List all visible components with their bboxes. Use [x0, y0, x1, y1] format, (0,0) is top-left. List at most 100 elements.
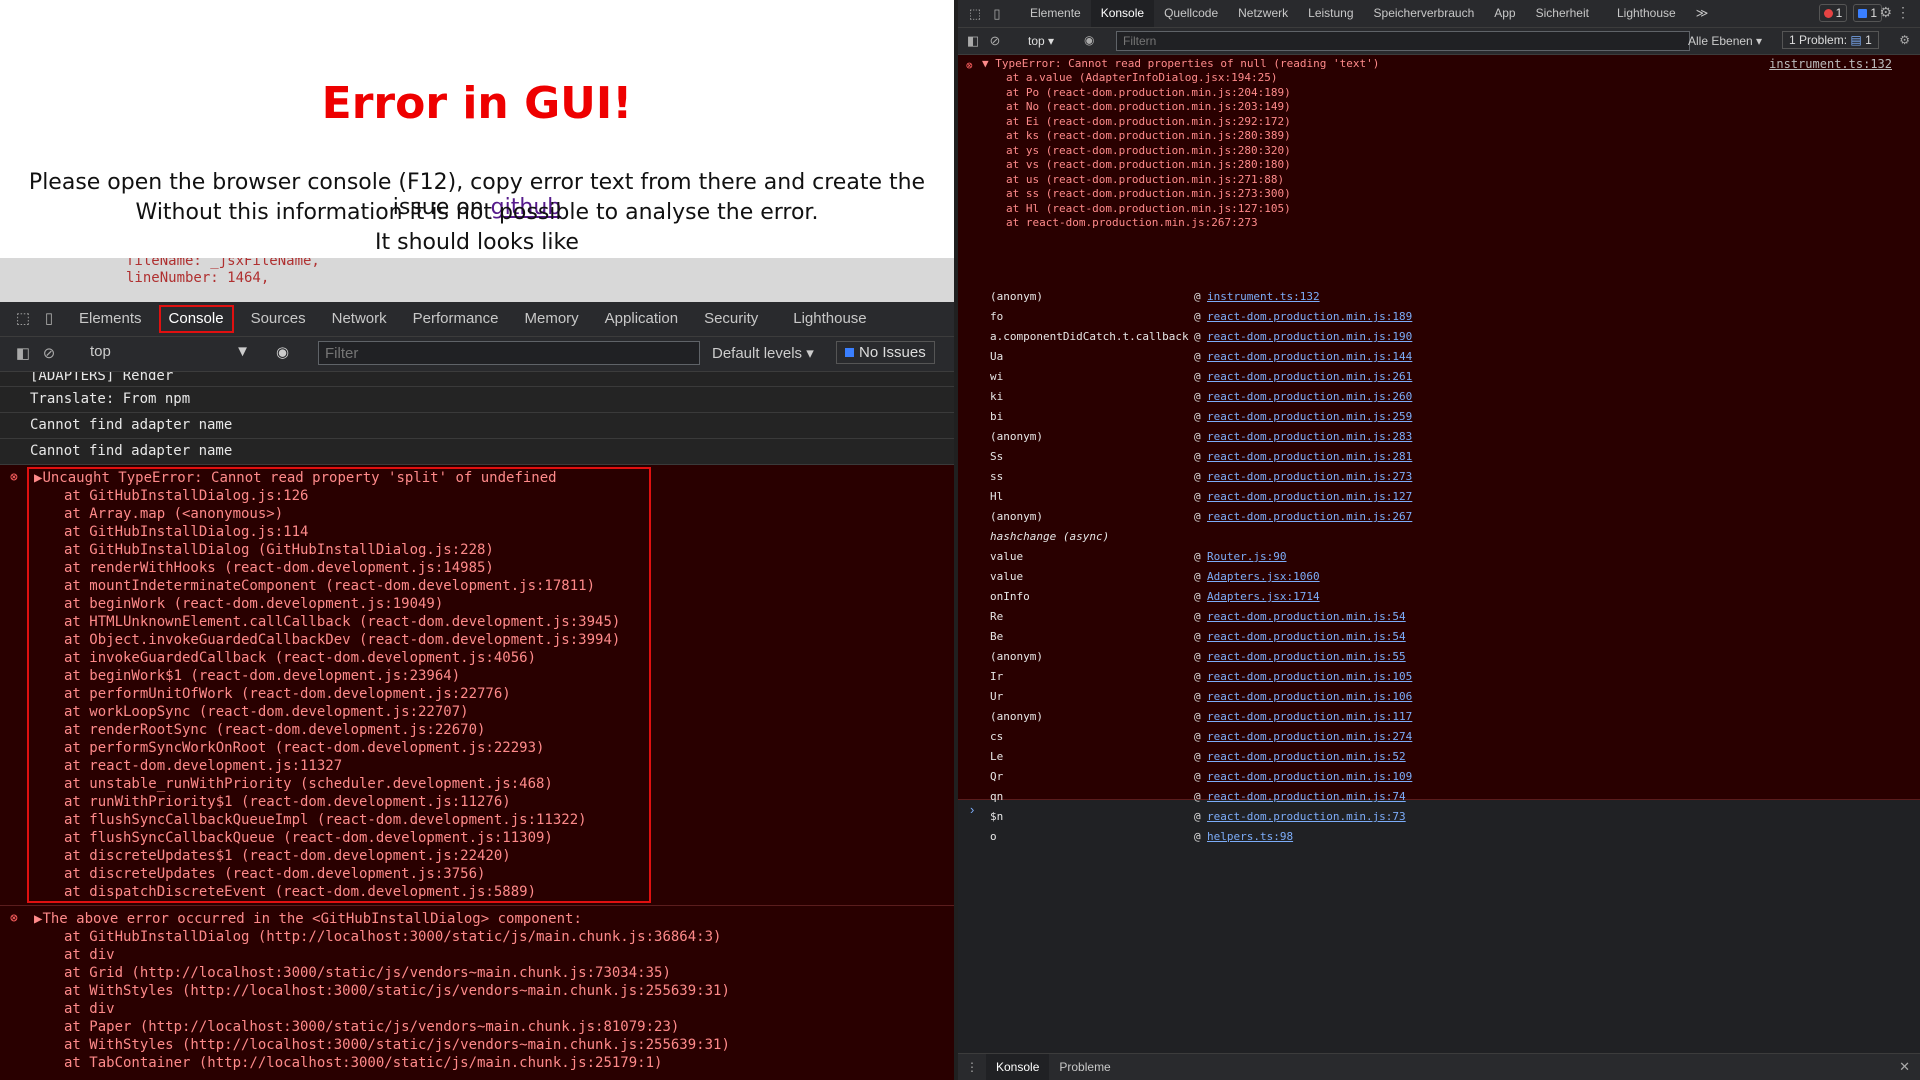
- stack-frame[interactable]: at GitHubInstallDialog (http://localhost…: [0, 928, 954, 946]
- inspect-icon[interactable]: ⬚: [964, 6, 986, 22]
- sidebar-toggle-icon[interactable]: ◧: [14, 345, 32, 363]
- tab-app[interactable]: App: [1484, 0, 1525, 27]
- device-toggle-icon[interactable]: ▯: [40, 310, 58, 328]
- source-link[interactable]: react-dom.production.min.js:274: [1207, 727, 1412, 747]
- tab-lighthouse[interactable]: Lighthouse: [771, 302, 879, 336]
- drawer-menu-icon[interactable]: ⋮: [958, 1060, 986, 1074]
- settings-gear-icon[interactable]: ⚙: [1899, 33, 1910, 47]
- drawer-tab-konsole[interactable]: Konsole: [986, 1054, 1050, 1080]
- source-link[interactable]: react-dom.production.min.js:281: [1207, 447, 1412, 467]
- error-source-link[interactable]: instrument.ts:132: [1769, 57, 1892, 71]
- source-link[interactable]: react-dom.production.min.js:190: [1207, 327, 1412, 347]
- stack-frame[interactable]: at Ei (react-dom.production.min.js:292:1…: [1006, 115, 1291, 130]
- tab-sicherheit[interactable]: Sicherheit: [1526, 0, 1599, 27]
- stack-frame[interactable]: at div: [0, 1000, 954, 1018]
- tab-konsole[interactable]: Konsole: [1090, 0, 1155, 27]
- tab-quellcode[interactable]: Quellcode: [1154, 0, 1228, 27]
- stack-frame[interactable]: at WithStyles (http://localhost:3000/sta…: [0, 1036, 954, 1054]
- levels-dropdown[interactable]: Alle Ebenen ▾: [1688, 34, 1762, 48]
- message-count-badge[interactable]: 1: [1853, 4, 1882, 22]
- stack-frame[interactable]: at TabContainer (http://localhost:3000/s…: [0, 1054, 954, 1072]
- source-link[interactable]: react-dom.production.min.js:117: [1207, 707, 1412, 727]
- stack-frame[interactable]: at No (react-dom.production.min.js:203:1…: [1006, 100, 1291, 115]
- close-icon[interactable]: ✕: [1899, 1059, 1910, 1075]
- stack-frame[interactable]: at Paper (http://localhost:3000/static/j…: [0, 1018, 954, 1036]
- levels-dropdown[interactable]: Default levels ▾: [712, 344, 814, 362]
- inspect-icon[interactable]: ⬚: [14, 310, 32, 328]
- tab-sources[interactable]: Sources: [238, 302, 319, 336]
- stack-frame[interactable]: at WithStyles (http://localhost:3000/sta…: [0, 982, 954, 1000]
- tab-elements[interactable]: Elements: [66, 302, 155, 336]
- stack-frame[interactable]: at vs (react-dom.production.min.js:280:1…: [1006, 158, 1291, 173]
- tab-memory[interactable]: Memory: [512, 302, 592, 336]
- source-link[interactable]: helpers.ts:98: [1207, 827, 1293, 847]
- console-error-message[interactable]: ⊗ ▶The above error occurred in the <GitH…: [0, 906, 954, 1080]
- expand-triangle-icon[interactable]: ▼: [982, 57, 989, 70]
- source-link[interactable]: react-dom.production.min.js:260: [1207, 387, 1412, 407]
- issues-icon: [845, 348, 854, 357]
- source-link[interactable]: react-dom.production.min.js:54: [1207, 627, 1406, 647]
- source-link[interactable]: react-dom.production.min.js:54: [1207, 607, 1406, 627]
- tab-netzwerk[interactable]: Netzwerk: [1228, 0, 1298, 27]
- source-link[interactable]: react-dom.production.min.js:73: [1207, 807, 1406, 827]
- stack-frame[interactable]: at Grid (http://localhost:3000/static/js…: [0, 964, 954, 982]
- console-prompt-icon[interactable]: ›: [970, 802, 974, 817]
- source-link[interactable]: Router.js:90: [1207, 547, 1286, 567]
- more-tabs-icon[interactable]: ≫: [1686, 0, 1719, 27]
- clear-console-icon[interactable]: ⊘: [40, 345, 58, 363]
- stack-frame[interactable]: at Hl (react-dom.production.min.js:127:1…: [1006, 202, 1291, 217]
- settings-gear-icon[interactable]: ⚙ ⋮: [1880, 4, 1910, 21]
- source-link[interactable]: react-dom.production.min.js:127: [1207, 487, 1412, 507]
- source-link[interactable]: react-dom.production.min.js:109: [1207, 767, 1412, 787]
- tab-performance[interactable]: Performance: [400, 302, 512, 336]
- console-error-message[interactable]: ⊗ ▼ TypeError: Cannot read properties of…: [958, 55, 1920, 843]
- eye-icon[interactable]: ◉: [1084, 33, 1094, 47]
- source-link[interactable]: react-dom.production.min.js:106: [1207, 687, 1412, 707]
- source-link[interactable]: react-dom.production.min.js:261: [1207, 367, 1412, 387]
- source-link[interactable]: react-dom.production.min.js:105: [1207, 667, 1412, 687]
- source-link[interactable]: react-dom.production.min.js:74: [1207, 787, 1406, 807]
- source-link[interactable]: react-dom.production.min.js:273: [1207, 467, 1412, 487]
- stack-frame[interactable]: at react-dom.production.min.js:267:273: [1006, 216, 1291, 231]
- tab-speicherverbrauch[interactable]: Speicherverbrauch: [1364, 0, 1485, 27]
- issues-label: No Issues: [859, 344, 926, 361]
- source-link[interactable]: react-dom.production.min.js:259: [1207, 407, 1412, 427]
- source-link[interactable]: react-dom.production.min.js:55: [1207, 647, 1406, 667]
- source-link[interactable]: Adapters.jsx:1714: [1207, 587, 1320, 607]
- context-select[interactable]: top ▼: [90, 343, 250, 365]
- tab-application[interactable]: Application: [592, 302, 691, 336]
- tab-elemente[interactable]: Elemente: [1020, 0, 1091, 27]
- error-count-badge[interactable]: 1: [1818, 4, 1848, 22]
- tab-console[interactable]: Console: [158, 305, 234, 333]
- sidebar-toggle-icon[interactable]: ◧: [962, 33, 984, 49]
- stack-frame[interactable]: at ss (react-dom.production.min.js:273:3…: [1006, 187, 1291, 202]
- filter-input[interactable]: [318, 341, 700, 365]
- source-link[interactable]: react-dom.production.min.js:189: [1207, 307, 1412, 327]
- stack-frame[interactable]: at us (react-dom.production.min.js:271:8…: [1006, 173, 1291, 188]
- stack-frame[interactable]: at div: [0, 946, 954, 964]
- tab-security[interactable]: Security: [691, 302, 771, 336]
- clear-console-icon[interactable]: ⊘: [984, 33, 1006, 49]
- stack-frame[interactable]: at Po (react-dom.production.min.js:204:1…: [1006, 86, 1291, 101]
- tab-network[interactable]: Network: [319, 302, 400, 336]
- tab-leistung[interactable]: Leistung: [1298, 0, 1363, 27]
- source-link[interactable]: react-dom.production.min.js:267: [1207, 507, 1412, 527]
- stack-frame[interactable]: at ys (react-dom.production.min.js:280:3…: [1006, 144, 1291, 159]
- context-select[interactable]: top ▾: [1028, 34, 1054, 48]
- drawer-tab-probleme[interactable]: Probleme: [1049, 1054, 1120, 1080]
- console-error-message[interactable]: ⊗ ▶Uncaught TypeError: Cannot read prope…: [0, 465, 954, 906]
- tab-lighthouse[interactable]: Lighthouse: [1607, 0, 1686, 27]
- filter-input[interactable]: [1116, 31, 1690, 51]
- source-link[interactable]: react-dom.production.min.js:144: [1207, 347, 1412, 367]
- device-toggle-icon[interactable]: ▯: [986, 6, 1008, 22]
- eye-icon[interactable]: ◉: [276, 343, 289, 361]
- at-symbol: @: [1194, 750, 1201, 763]
- source-link[interactable]: react-dom.production.min.js:52: [1207, 747, 1406, 767]
- source-link[interactable]: Adapters.jsx:1060: [1207, 567, 1320, 587]
- source-link[interactable]: instrument.ts:132: [1207, 287, 1320, 307]
- stack-frame[interactable]: at a.value (AdapterInfoDialog.jsx:194:25…: [1006, 71, 1291, 86]
- stack-frame[interactable]: at ks (react-dom.production.min.js:280:3…: [1006, 129, 1291, 144]
- problems-button[interactable]: 1 Problem: ▤ 1: [1782, 31, 1879, 49]
- source-link[interactable]: react-dom.production.min.js:283: [1207, 427, 1412, 447]
- issues-button[interactable]: No Issues: [836, 341, 935, 364]
